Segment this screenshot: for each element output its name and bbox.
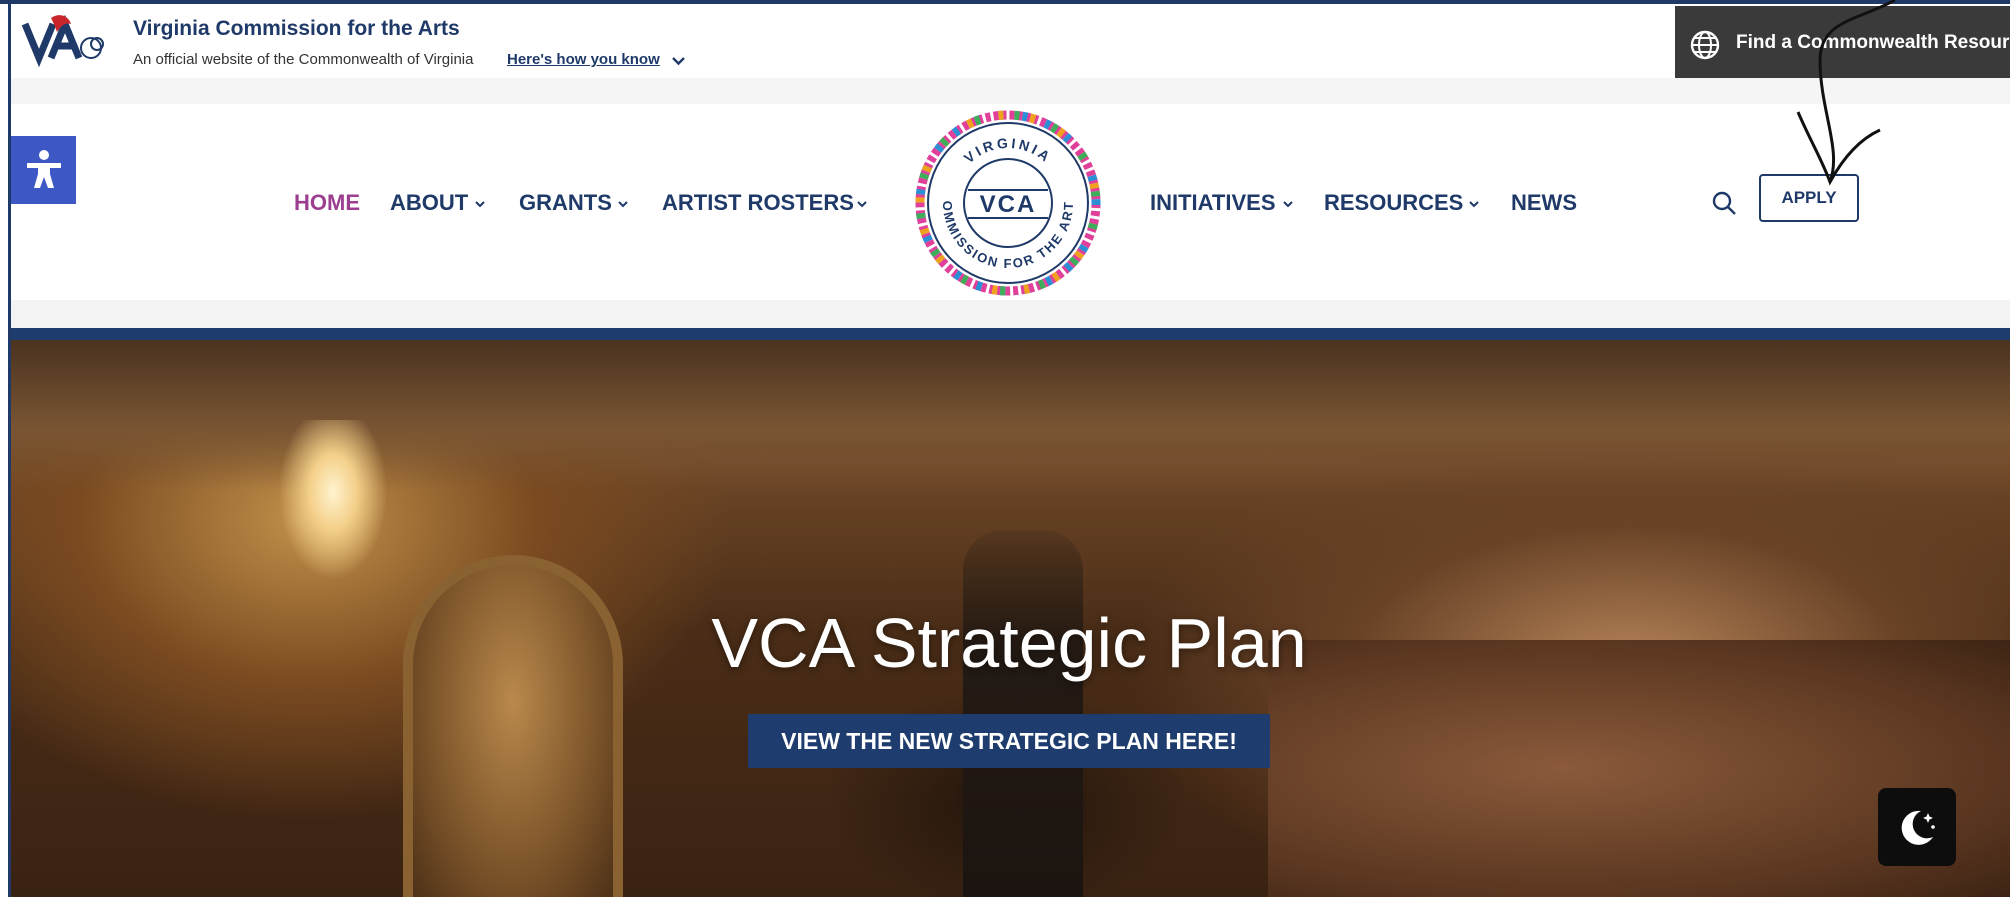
seal-center-text: VCA [980,191,1037,218]
site-title: Virginia Commission for the Arts [133,17,460,40]
nav-home[interactable]: HOME [294,190,360,216]
dark-mode-toggle[interactable] [1878,788,1956,866]
hero-banner: VCA Strategic Plan VIEW THE NEW STRATEGI… [8,340,2010,897]
nav-grants[interactable]: GRANTS [519,190,612,216]
official-subtitle: An official website of the Commonwealth … [133,51,474,68]
hero-title: VCA Strategic Plan [711,604,1307,682]
find-resource-label: Find a Commonwealth Resource [1736,32,2010,53]
frame-left [8,0,11,897]
chevron-down-icon[interactable] [671,53,686,68]
globe-icon [1690,30,1720,60]
find-resource-button[interactable]: Find a Commonwealth Resource [1675,6,2010,79]
vca-seal-logo[interactable]: VIRGINIA COMMISSION FOR THE ARTS VCA [913,108,1103,298]
official-banner: Virginia Commission for the Arts An offi… [11,4,2010,79]
vca-logo[interactable] [21,10,125,70]
hero-chandelier-image [278,420,388,580]
accessibility-button[interactable] [11,136,76,204]
main-nav: HOME ABOUT GRANTS ARTIST ROSTERS VIRGINI… [11,104,2010,300]
nav-resources[interactable]: RESOURCES [1324,190,1463,216]
chevron-down-icon[interactable] [474,198,486,210]
moon-icon [1901,810,1935,845]
search-icon[interactable] [1711,190,1737,216]
accessibility-icon [27,150,61,188]
strategic-plan-button[interactable]: VIEW THE NEW STRATEGIC PLAN HERE! [748,714,1270,768]
chevron-down-icon[interactable] [1282,198,1294,210]
chevron-down-icon[interactable] [617,198,629,210]
how-you-know-link[interactable]: Here's how you know [507,51,660,68]
hero-top-rule [8,328,2010,340]
nav-artist-rosters[interactable]: ARTIST ROSTERS [662,190,854,216]
nav-initiatives[interactable]: INITIATIVES [1150,190,1276,216]
header-spacer [11,78,2010,104]
chevron-down-icon[interactable] [856,198,868,210]
nav-news[interactable]: NEWS [1511,190,1577,216]
nav-bottom-spacer [11,300,2010,328]
chevron-down-icon[interactable] [1468,198,1480,210]
apply-button[interactable]: APPLY [1759,174,1859,222]
nav-about[interactable]: ABOUT [390,190,468,216]
